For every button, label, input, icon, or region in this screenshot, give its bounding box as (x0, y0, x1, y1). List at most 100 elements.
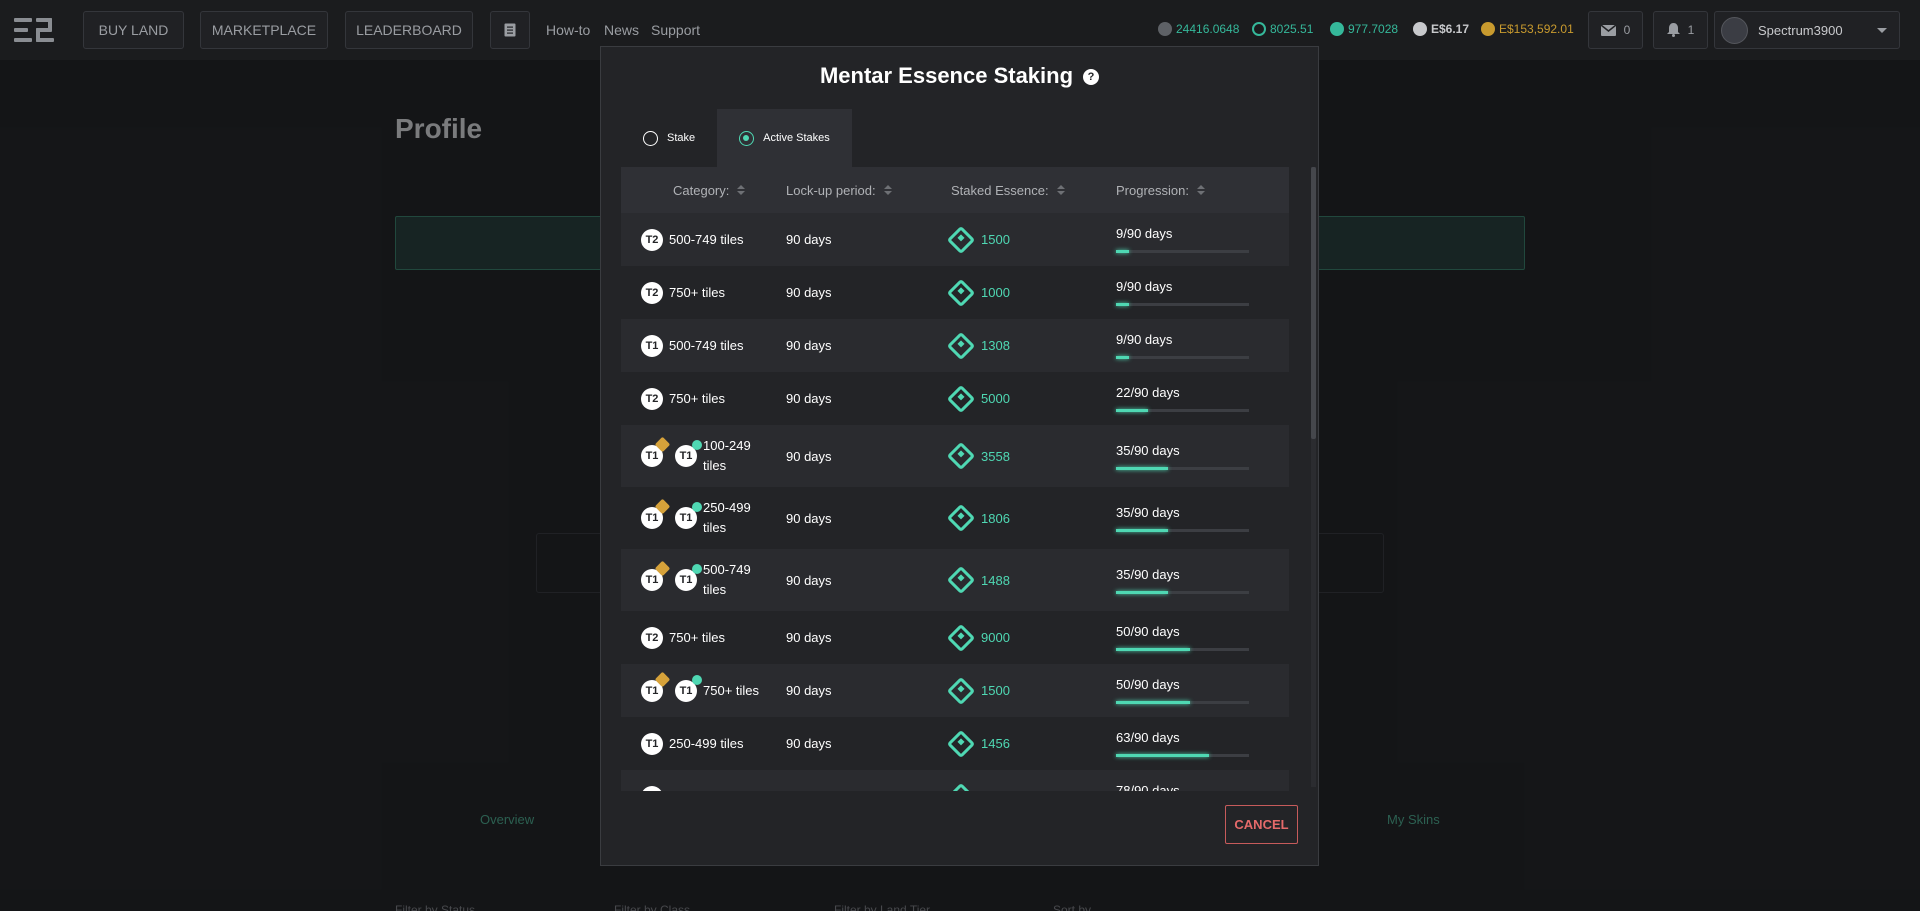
progression-text: 78/90 days (1116, 783, 1180, 791)
dollar-icon (1413, 22, 1427, 36)
staked-essence-value: 1806 (981, 510, 1010, 526)
category-label: 750+ tiles (669, 390, 726, 406)
leaderboard-button[interactable]: LEADERBOARD (345, 11, 473, 49)
category-label: 750+ tiles (669, 284, 726, 300)
teal-badge-icon (692, 440, 702, 450)
how-to-link[interactable]: How-to (546, 22, 590, 38)
lockup-period-cell: 90 days (786, 572, 832, 588)
buy-land-button[interactable]: BUY LAND (83, 11, 184, 49)
lockup-period-cell: 90 days (786, 232, 832, 247)
tier-badge: T2 (641, 228, 663, 251)
news-link[interactable]: News (604, 22, 639, 38)
staked-essence-value: 1000 (981, 285, 1010, 300)
column-lockup-period[interactable]: Lock-up period: (786, 183, 951, 198)
essence-icon (946, 676, 976, 705)
gold-badge-icon (654, 436, 671, 453)
tier-badge: T1 (641, 671, 671, 702)
category-cell: T2 750+ tiles (621, 626, 786, 649)
progression-cell: 35/90 days (1116, 443, 1256, 470)
user-menu[interactable]: Spectrum3900 (1714, 11, 1900, 49)
progression-text: 50/90 days (1116, 624, 1180, 639)
scrollbar-thumb[interactable] (1311, 167, 1316, 439)
balance-dollar[interactable]: E$6.17 (1413, 22, 1469, 36)
essence-icon (946, 503, 976, 533)
e2-logo[interactable] (14, 18, 56, 42)
column-staked-essence[interactable]: Staked Essence: (951, 183, 1116, 198)
notifications-button[interactable]: 1 (1653, 11, 1708, 49)
mail-button[interactable]: 0 (1588, 11, 1643, 49)
category-cell: T1 T1 500-749 tiles (621, 560, 786, 600)
table-row: T1 T1 100-249 tiles 90 days 3558 35/90 days (621, 425, 1289, 487)
category-cell: T1 T1 750+ tiles (621, 671, 786, 702)
balance-value: 977.7028 (1348, 22, 1399, 36)
staked-essence-cell: 1308 (946, 331, 1116, 360)
tab-stake[interactable]: Stake (621, 109, 717, 167)
chevron-down-icon (1877, 28, 1887, 33)
mail-count: 0 (1623, 23, 1631, 37)
staked-essence-cell: 5000 (946, 384, 1116, 413)
category-label: 500-749 tiles (703, 562, 751, 597)
notes-button[interactable] (490, 11, 530, 49)
tier-badge: T1 (675, 674, 702, 702)
radio-active-stakes[interactable] (739, 130, 755, 146)
staked-essence-value: 1456 (981, 736, 1010, 751)
radio-stake[interactable] (643, 130, 658, 146)
table-scrollbar[interactable] (1311, 167, 1316, 787)
progress-bar (1116, 701, 1249, 704)
sort-icon (883, 185, 892, 195)
help-icon[interactable]: ? (1083, 69, 1100, 85)
marketplace-button[interactable]: MARKETPLACE (200, 11, 328, 49)
staked-essence-value: 1308 (981, 338, 1010, 353)
notification-count: 1 (1687, 23, 1695, 37)
lockup-period-cell: 90 days (786, 391, 832, 406)
progression-cell: 78/90 days (1116, 783, 1256, 791)
tier-badge: T1 (641, 560, 671, 591)
lockup-period-cell: 90 days (786, 736, 832, 751)
tab-active-stakes[interactable]: Active Stakes (717, 109, 852, 167)
balance-gold[interactable]: E$153,592.01 (1481, 22, 1574, 36)
column-category[interactable]: Category: (621, 183, 786, 198)
balance-essence[interactable]: 8025.51 (1252, 22, 1313, 36)
balance-value: 24416.0648 (1176, 22, 1240, 36)
essence-icon (946, 623, 976, 652)
tier-token-icon (1158, 22, 1172, 36)
essence-icon (946, 729, 976, 758)
gold-coin-icon (1481, 22, 1495, 36)
table-header: Category: Lock-up period: Staked Essence… (621, 167, 1289, 213)
cancel-button[interactable]: CANCEL (1225, 805, 1298, 844)
table-row: T1 T1 250-499 tiles 90 days 1806 35/90 days (621, 487, 1289, 549)
progression-text: 9/90 days (1116, 332, 1173, 347)
column-progression[interactable]: Progression: (1116, 183, 1256, 198)
tier-badge: T1 (641, 732, 663, 755)
staked-essence-value: 1488 (981, 572, 1010, 588)
tier-badge: T2 (641, 626, 663, 649)
balance-gem[interactable]: 977.7028 (1330, 22, 1398, 36)
category-label: 250-499 tiles (703, 500, 751, 535)
balance-value: 8025.51 (1270, 22, 1314, 36)
progress-bar (1116, 754, 1249, 757)
balance-tier-token[interactable]: 24416.0648 (1158, 22, 1239, 36)
staked-essence-value: 1500 (981, 232, 1010, 247)
progression-text: 35/90 days (1116, 442, 1180, 458)
progression-cell: 35/90 days (1116, 567, 1256, 594)
staking-tabs: Stake Active Stakes (621, 109, 852, 167)
progress-bar-fill (1116, 701, 1190, 704)
username: Spectrum3900 (1758, 22, 1843, 38)
column-label: Staked Essence: (951, 182, 1049, 198)
essence-icon (946, 331, 976, 360)
category-cell: T2 750+ tiles (621, 281, 786, 304)
progression-cell: 50/90 days (1116, 624, 1256, 651)
progression-cell: 9/90 days (1116, 226, 1256, 253)
progression-cell: 9/90 days (1116, 332, 1256, 359)
sort-icon (1056, 185, 1065, 195)
staked-essence-value: 1500 (981, 683, 1010, 698)
staking-modal: Mentar Essence Staking? Stake Active Sta… (600, 46, 1319, 866)
progression-text: 9/90 days (1116, 279, 1173, 294)
lockup-period-cell: 90 days (786, 338, 832, 353)
sort-icon (737, 185, 746, 195)
support-link[interactable]: Support (651, 22, 700, 38)
staked-essence-value: 3558 (981, 448, 1010, 464)
tier-badge: T1 (641, 334, 663, 357)
tier-badge: T1 (641, 436, 671, 467)
progression-cell: 50/90 days (1116, 677, 1256, 704)
